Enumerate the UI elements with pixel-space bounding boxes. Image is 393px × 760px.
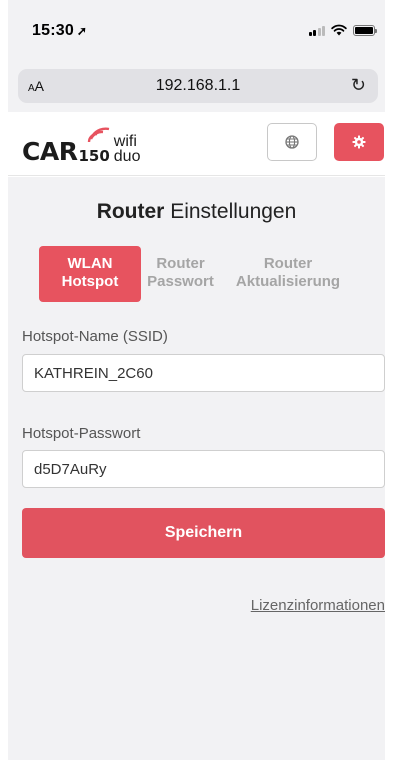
tab-wlan-hotspot[interactable]: WLAN Hotspot	[39, 246, 141, 302]
logo-signal-icon	[87, 127, 110, 143]
page-title: Router Einstellungen	[8, 200, 385, 224]
browser-toolbar: AA 192.168.1.1 ↻	[8, 62, 385, 112]
status-time: 15:30 ➚	[32, 22, 87, 40]
logo-wifi-text: wifi	[113, 132, 137, 150]
save-button[interactable]: Speichern	[22, 508, 385, 558]
page-title-rest: Einstellungen	[170, 200, 297, 223]
password-label: Hotspot-Passwort	[22, 425, 141, 442]
app-logo: CAR 150 wifi duo	[22, 124, 140, 164]
reload-icon[interactable]: ↻	[351, 75, 366, 96]
settings-tabs: WLAN Hotspot Router Passwort Router Aktu…	[39, 246, 356, 302]
logo-number-text: 150	[78, 147, 110, 165]
ssid-input[interactable]	[22, 354, 385, 392]
status-icons	[308, 24, 377, 36]
tab-line1: WLAN	[67, 255, 113, 272]
tab-line2: Passwort	[147, 273, 214, 290]
globe-icon	[285, 135, 299, 149]
address-bar[interactable]: AA 192.168.1.1 ↻	[18, 69, 378, 103]
password-input[interactable]	[22, 450, 385, 488]
tab-line1: Router	[263, 255, 313, 272]
battery-icon	[353, 24, 377, 36]
cellular-signal-icon	[308, 25, 325, 36]
tab-line2: Hotspot	[61, 273, 119, 290]
url-text[interactable]: 192.168.1.1	[18, 77, 378, 95]
ssid-label: Hotspot-Name (SSID)	[22, 328, 168, 345]
language-button[interactable]	[267, 123, 317, 161]
logo-suffix: wifi duo	[113, 132, 141, 165]
page-title-bold: Router	[96, 200, 165, 223]
status-bar: 15:30 ➚	[8, 0, 385, 62]
wifi-icon	[331, 24, 347, 36]
tab-router-aktualisierung[interactable]: Router Aktualisierung	[220, 246, 356, 302]
tab-line2: Aktualisierung	[235, 273, 341, 290]
clock-text: 15:30	[32, 22, 74, 39]
gear-icon	[352, 135, 366, 149]
license-link[interactable]: Lizenzinformationen	[251, 597, 385, 614]
tab-line1: Router	[156, 255, 205, 272]
logo-car-text: CAR	[22, 137, 78, 166]
app-header: CAR 150 wifi duo	[8, 112, 385, 176]
location-arrow-icon: ➚	[76, 24, 88, 38]
settings-button[interactable]	[334, 123, 384, 161]
logo-duo-text: duo	[113, 147, 141, 165]
main-content: Router Einstellungen WLAN Hotspot Router…	[8, 177, 385, 760]
tab-router-passwort[interactable]: Router Passwort	[141, 246, 220, 302]
